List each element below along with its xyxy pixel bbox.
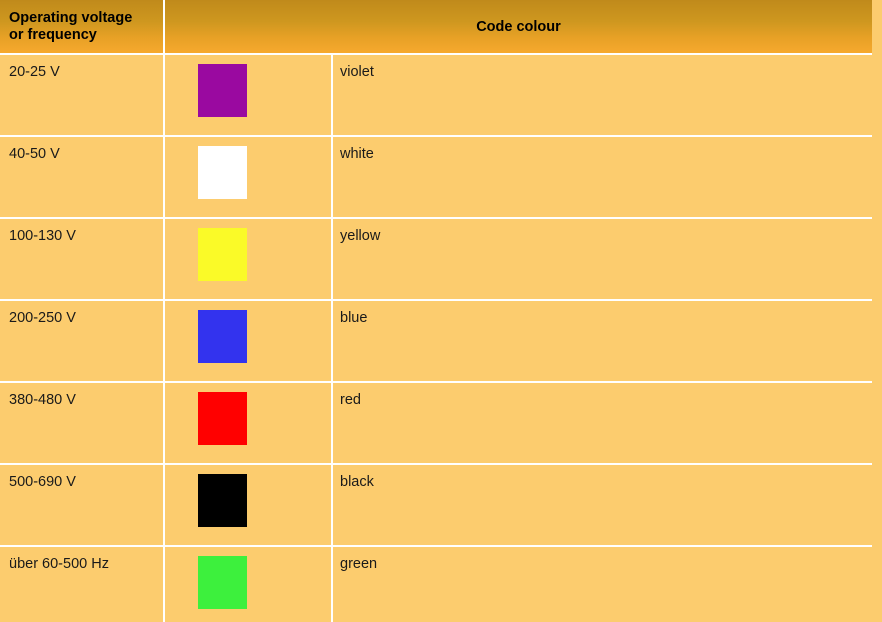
cell-operating-voltage: 100-130 V bbox=[0, 218, 165, 301]
table-row: 380-480 V red bbox=[0, 382, 872, 465]
cell-colour-name: green bbox=[332, 546, 872, 622]
table-row: 40-50 V white bbox=[0, 136, 872, 219]
cell-operating-voltage: 380-480 V bbox=[0, 382, 165, 465]
colour-swatch bbox=[198, 474, 247, 527]
cell-colour-swatch bbox=[164, 300, 333, 383]
table-row: 20-25 V violet bbox=[0, 54, 872, 137]
table-header: Operating voltage or frequency Code colo… bbox=[0, 0, 872, 55]
cell-colour-name: violet bbox=[332, 54, 872, 137]
cell-colour-name: white bbox=[332, 136, 872, 219]
cell-colour-swatch bbox=[164, 54, 333, 137]
table-row: 500-690 V black bbox=[0, 464, 872, 547]
table-row: 100-130 V yellow bbox=[0, 218, 872, 301]
cell-operating-voltage: über 60-500 Hz bbox=[0, 546, 165, 622]
cell-operating-voltage: 40-50 V bbox=[0, 136, 165, 219]
column-header-code-colour: Code colour bbox=[164, 0, 872, 55]
table-container: Operating voltage or frequency Code colo… bbox=[0, 0, 872, 622]
column-header-operating-voltage-line2: or frequency bbox=[9, 26, 97, 43]
code-colour-table: Operating voltage or frequency Code colo… bbox=[0, 0, 872, 622]
table-row: 200-250 V blue bbox=[0, 300, 872, 383]
cell-colour-name: yellow bbox=[332, 218, 872, 301]
colour-swatch bbox=[198, 146, 247, 199]
colour-swatch bbox=[198, 392, 247, 445]
header-row: Operating voltage or frequency Code colo… bbox=[0, 0, 872, 55]
cell-colour-swatch bbox=[164, 136, 333, 219]
cell-operating-voltage: 20-25 V bbox=[0, 54, 165, 137]
cell-colour-name: blue bbox=[332, 300, 872, 383]
colour-swatch bbox=[198, 556, 247, 609]
column-header-operating-voltage: Operating voltage or frequency bbox=[0, 0, 165, 55]
table-row: über 60-500 Hz green bbox=[0, 546, 872, 622]
cell-operating-voltage: 500-690 V bbox=[0, 464, 165, 547]
cell-colour-name: black bbox=[332, 464, 872, 547]
cell-colour-name: red bbox=[332, 382, 872, 465]
cell-colour-swatch bbox=[164, 218, 333, 301]
colour-swatch bbox=[198, 64, 247, 117]
colour-swatch bbox=[198, 228, 247, 281]
cell-colour-swatch bbox=[164, 382, 333, 465]
colour-swatch bbox=[198, 310, 247, 363]
column-header-operating-voltage-line1: Operating voltage bbox=[9, 9, 133, 26]
cell-operating-voltage: 200-250 V bbox=[0, 300, 165, 383]
table-body: 20-25 V violet 40-50 V white 100-130 V yellow… bbox=[0, 54, 872, 622]
cell-colour-swatch bbox=[164, 464, 333, 547]
cell-colour-swatch bbox=[164, 546, 333, 622]
